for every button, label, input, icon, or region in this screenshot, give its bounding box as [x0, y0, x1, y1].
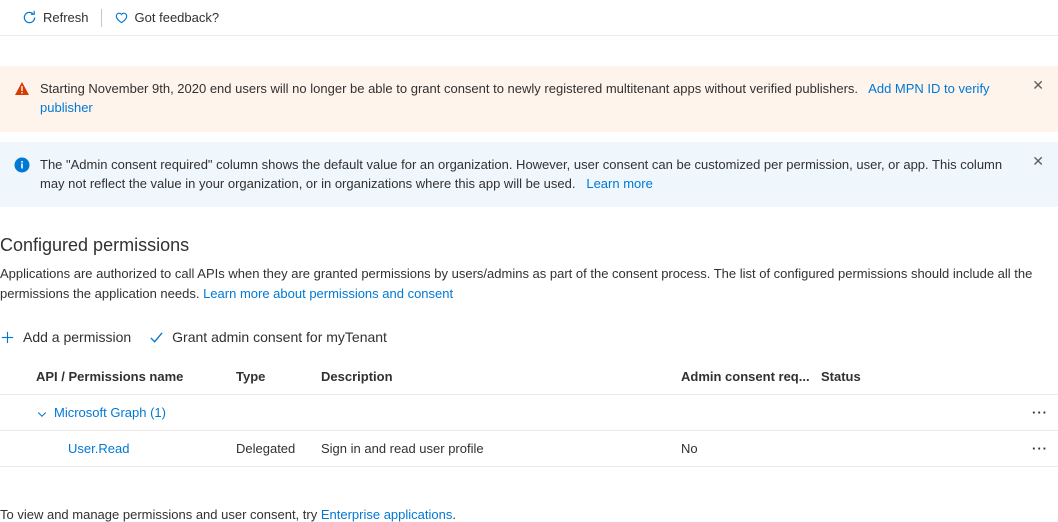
- warning-icon: [14, 81, 30, 103]
- table-row: User.Read Delegated Sign in and read use…: [0, 431, 1058, 467]
- info-icon: [14, 157, 30, 179]
- warning-message: Starting November 9th, 2020 end users wi…: [40, 81, 858, 96]
- action-bar: Add a permission Grant admin consent for…: [0, 321, 1058, 353]
- footer-text: To view and manage permissions and user …: [0, 507, 1058, 522]
- toolbar-divider: [101, 9, 102, 27]
- permission-admin: No: [681, 441, 821, 456]
- section-description: Applications are authorized to call APIs…: [0, 264, 1058, 303]
- permissions-table: API / Permissions name Type Description …: [0, 359, 1058, 467]
- feedback-button[interactable]: Got feedback?: [104, 6, 230, 29]
- heart-icon: [114, 10, 129, 25]
- feedback-label: Got feedback?: [135, 10, 220, 25]
- header-status: Status: [821, 369, 1018, 384]
- checkmark-icon: [149, 330, 164, 345]
- grant-consent-button[interactable]: Grant admin consent for myTenant: [149, 329, 387, 345]
- add-permission-button[interactable]: Add a permission: [0, 329, 131, 345]
- table-header: API / Permissions name Type Description …: [0, 359, 1058, 395]
- grant-consent-label: Grant admin consent for myTenant: [172, 329, 387, 345]
- configured-permissions-section: Configured permissions Applications are …: [0, 235, 1058, 522]
- info-text: The "Admin consent required" column show…: [40, 156, 1044, 194]
- more-icon[interactable]: ···: [1032, 405, 1048, 420]
- chevron-down-icon: [36, 408, 48, 420]
- info-banner: The "Admin consent required" column show…: [0, 142, 1058, 208]
- header-name: API / Permissions name: [36, 369, 236, 384]
- group-label: Microsoft Graph (1): [54, 405, 166, 420]
- warning-banner: Starting November 9th, 2020 end users wi…: [0, 66, 1058, 132]
- section-desc-text: Applications are authorized to call APIs…: [0, 266, 1032, 301]
- warning-close-button[interactable]: ✕: [1028, 74, 1048, 96]
- table-group-row[interactable]: Microsoft Graph (1) ···: [0, 395, 1058, 431]
- toolbar: Refresh Got feedback?: [0, 0, 1058, 36]
- header-actions: [1018, 369, 1058, 384]
- header-desc: Description: [321, 369, 681, 384]
- more-icon[interactable]: ···: [1032, 441, 1048, 456]
- group-name[interactable]: Microsoft Graph (1): [36, 405, 236, 420]
- footer-link[interactable]: Enterprise applications: [321, 507, 453, 522]
- plus-icon: [0, 330, 15, 345]
- refresh-icon: [22, 10, 37, 25]
- section-title: Configured permissions: [0, 235, 1058, 256]
- footer-message: To view and manage permissions and user …: [0, 507, 321, 522]
- header-admin: Admin consent req...: [681, 369, 821, 384]
- info-close-button[interactable]: ✕: [1028, 150, 1048, 172]
- section-desc-link[interactable]: Learn more about permissions and consent: [203, 286, 453, 301]
- permission-name[interactable]: User.Read: [36, 441, 236, 456]
- add-permission-label: Add a permission: [23, 329, 131, 345]
- header-type: Type: [236, 369, 321, 384]
- close-icon: ✕: [1032, 153, 1044, 169]
- permission-type: Delegated: [236, 441, 321, 456]
- permission-desc: Sign in and read user profile: [321, 441, 681, 456]
- refresh-label: Refresh: [43, 10, 89, 25]
- refresh-button[interactable]: Refresh: [12, 6, 99, 29]
- close-icon: ✕: [1032, 77, 1044, 93]
- info-message: The "Admin consent required" column show…: [40, 157, 1002, 191]
- warning-text: Starting November 9th, 2020 end users wi…: [40, 80, 1044, 118]
- info-link[interactable]: Learn more: [586, 176, 652, 191]
